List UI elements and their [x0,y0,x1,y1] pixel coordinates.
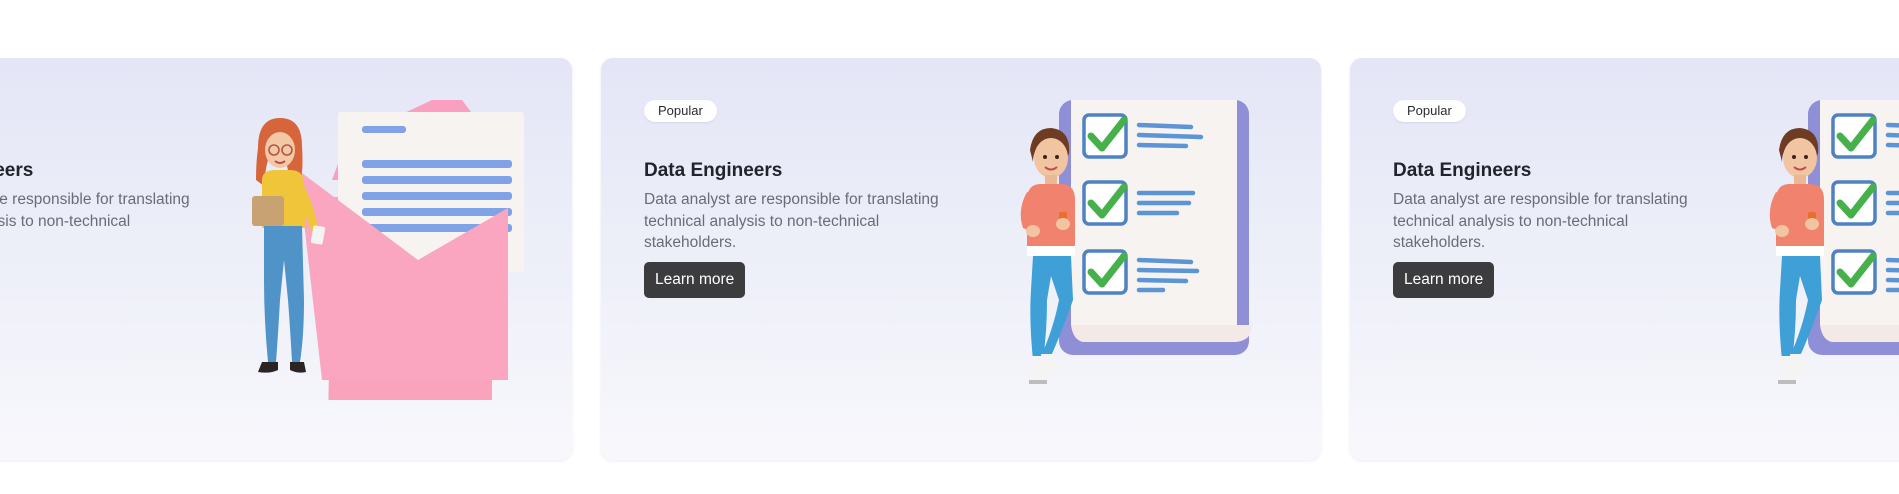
woman-with-envelope-illustration [252,100,524,400]
card-description: Data analyst are responsible for transla… [0,191,190,230]
card-description: Data analyst are responsible for transla… [644,191,939,251]
popular-badge: Popular [644,100,717,122]
course-card-1: Data Engineers Data analyst are responsi… [0,58,572,460]
card-title: Data Engineers [0,160,34,181]
card-title: Data Engineers [1393,160,1532,181]
popular-badge: Popular [1393,100,1466,122]
woman-with-checklist-illustration [1730,100,1899,390]
woman-with-checklist-illustration [981,100,1281,390]
cards-carousel[interactable]: Data Engineers Data analyst are responsi… [0,0,1899,494]
course-card-2: Popular Data Engineers Data analyst are … [601,58,1321,460]
course-card-3: Popular Data Engineers Data analyst are … [1350,58,1899,460]
learn-more-button[interactable]: Learn more [644,262,746,298]
learn-more-button[interactable]: Learn more [1393,262,1495,298]
card-title: Data Engineers [644,160,783,181]
card-description: Data analyst are responsible for transla… [1393,191,1688,251]
